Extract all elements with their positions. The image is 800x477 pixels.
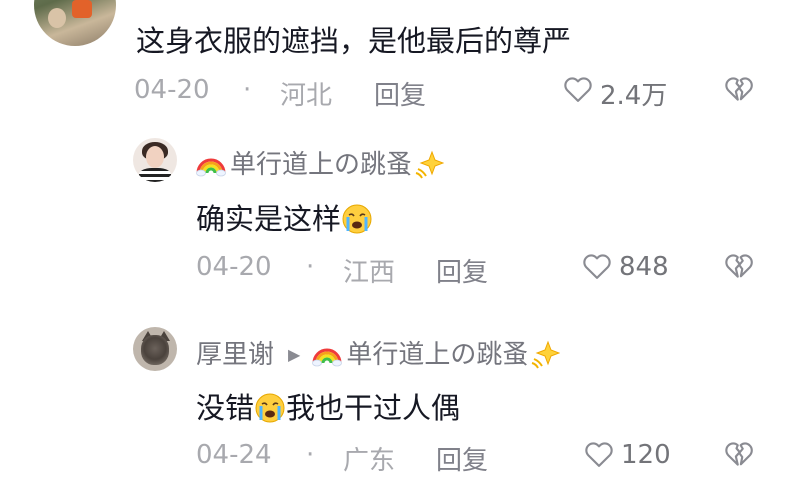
- reply-text: 没错 我也干过人偶: [196, 385, 460, 427]
- sparkle-emoji: [532, 340, 561, 369]
- meta-separator: ·: [306, 252, 315, 282]
- rainbow-emoji: [312, 348, 343, 367]
- reply-text-part: 确实是这样: [196, 202, 342, 236]
- like-count: 120: [621, 440, 671, 470]
- username-text[interactable]: 厚里谢: [196, 340, 274, 370]
- reply-text: 确实是这样: [196, 196, 373, 238]
- rainbow-emoji: [196, 158, 226, 177]
- reply-text-part: 没错: [196, 391, 255, 425]
- crying-face-emoji: [342, 204, 372, 234]
- sparkle-emoji: [415, 150, 445, 179]
- username-text[interactable]: 单行道上の跳蚤: [230, 150, 412, 180]
- meta-separator: ·: [243, 75, 252, 105]
- reply-button[interactable]: 回复: [374, 75, 426, 112]
- reply-username[interactable]: 厚里谢 ▶ 单行道上の跳蚤: [196, 334, 561, 371]
- heart-outline-icon[interactable]: [582, 252, 612, 280]
- avatar-detail: [141, 335, 169, 365]
- reply-text-part: 我也干过人偶: [286, 391, 461, 425]
- commenter-avatar[interactable]: [34, 0, 116, 46]
- like-count: 848: [619, 252, 669, 282]
- reply-button[interactable]: 回复: [436, 440, 488, 477]
- heart-outline-icon[interactable]: [563, 75, 593, 103]
- heart-outline-icon[interactable]: [584, 440, 614, 468]
- reply-username[interactable]: 单行道上の跳蚤: [196, 144, 445, 181]
- reply-location: 江西: [343, 258, 396, 288]
- broken-heart-icon[interactable]: [724, 75, 754, 103]
- like-count: 2.4万: [600, 81, 668, 111]
- reply-location: 广东: [343, 446, 396, 476]
- avatar-detail: [48, 8, 66, 28]
- comment-text: 这身衣服的遮挡，是他最后的尊严: [136, 24, 572, 58]
- comment-location: 河北: [280, 81, 333, 111]
- comment-date: 04-20: [134, 75, 210, 105]
- reply-arrow-icon: ▶: [288, 345, 301, 364]
- reply-button[interactable]: 回复: [436, 252, 488, 289]
- reply-avatar[interactable]: [133, 138, 177, 182]
- reply-date: 04-24: [196, 440, 272, 470]
- meta-separator: ·: [306, 440, 315, 470]
- reply-avatar[interactable]: [133, 327, 177, 371]
- crying-face-emoji: [255, 393, 285, 423]
- avatar-detail: [146, 146, 164, 168]
- reply-to-username[interactable]: 单行道上の跳蚤: [346, 340, 528, 370]
- avatar-detail: [72, 0, 92, 18]
- broken-heart-icon[interactable]: [724, 252, 754, 280]
- reply-date: 04-20: [196, 252, 272, 282]
- broken-heart-icon[interactable]: [724, 440, 754, 468]
- avatar-detail: [139, 168, 171, 182]
